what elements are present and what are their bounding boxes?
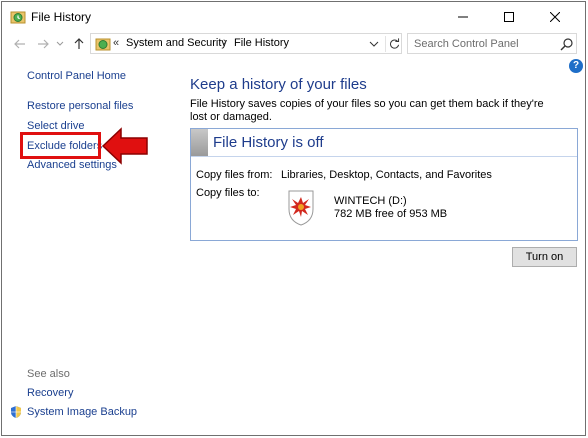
breadcrumb-separator[interactable]: › — [223, 36, 227, 48]
file-history-status-panel: File History is off Copy files from: Lib… — [190, 128, 578, 241]
address-dropdown-icon[interactable] — [367, 37, 381, 51]
search-input[interactable] — [408, 34, 558, 53]
breadcrumb-system-and-security[interactable]: System and Security — [126, 37, 227, 49]
file-history-app-icon — [10, 11, 26, 24]
shield-icon — [11, 406, 21, 418]
forward-button[interactable] — [34, 34, 52, 54]
drive-space: 782 MB free of 953 MB — [334, 208, 448, 220]
recent-locations-button[interactable] — [54, 34, 66, 54]
up-button[interactable] — [70, 34, 88, 54]
nav-select-drive[interactable]: Select drive — [27, 120, 84, 132]
see-also-system-image-backup[interactable]: System Image Backup — [27, 406, 137, 418]
nav-control-panel-home[interactable]: Control Panel Home — [27, 70, 126, 82]
status-title: File History is off — [213, 134, 324, 151]
refresh-icon[interactable] — [385, 36, 401, 52]
see-also-recovery[interactable]: Recovery — [27, 387, 73, 399]
address-bar[interactable]: « System and Security › File History — [90, 33, 402, 54]
copy-from-label: Copy files from: — [196, 169, 273, 181]
title-bar: File History — [2, 2, 585, 31]
drive-logo-icon — [288, 190, 314, 226]
close-icon — [550, 11, 560, 22]
nav-restore-personal-files[interactable]: Restore personal files — [27, 100, 133, 112]
file-history-window: File History « System and Security › Fil… — [1, 1, 586, 436]
minimize-icon — [458, 16, 468, 17]
back-arrow-icon — [14, 39, 25, 49]
red-pointer-arrow-icon — [101, 127, 148, 165]
breadcrumb-overflow[interactable]: « — [113, 37, 119, 49]
copy-from-value: Libraries, Desktop, Contacts, and Favori… — [281, 169, 492, 181]
close-button[interactable] — [532, 2, 578, 31]
maximize-button[interactable] — [486, 2, 532, 31]
search-icon[interactable] — [560, 37, 574, 51]
up-arrow-icon — [74, 38, 84, 49]
window-title: File History — [31, 10, 92, 24]
breadcrumb-file-history[interactable]: File History — [234, 37, 289, 49]
search-box[interactable] — [407, 33, 577, 54]
minimize-button[interactable] — [440, 2, 486, 31]
address-row: « System and Security › File History — [2, 31, 585, 57]
status-header: File History is off — [191, 129, 577, 157]
status-indicator — [191, 129, 208, 156]
turn-on-button[interactable]: Turn on — [512, 247, 577, 267]
file-history-location-icon — [95, 38, 111, 51]
see-also-heading: See also — [27, 368, 70, 380]
help-icon[interactable]: ? — [569, 59, 583, 73]
copy-to-label: Copy files to: — [196, 187, 260, 199]
back-button[interactable] — [11, 34, 29, 54]
forward-arrow-icon — [38, 39, 49, 49]
page-title: Keep a history of your files — [190, 76, 367, 93]
drive-name: WINTECH (D:) — [334, 195, 407, 207]
maximize-icon — [504, 11, 514, 22]
page-description: File History saves copies of your files … — [190, 98, 544, 123]
highlight-box — [20, 132, 101, 159]
chevron-down-icon — [56, 41, 64, 46]
